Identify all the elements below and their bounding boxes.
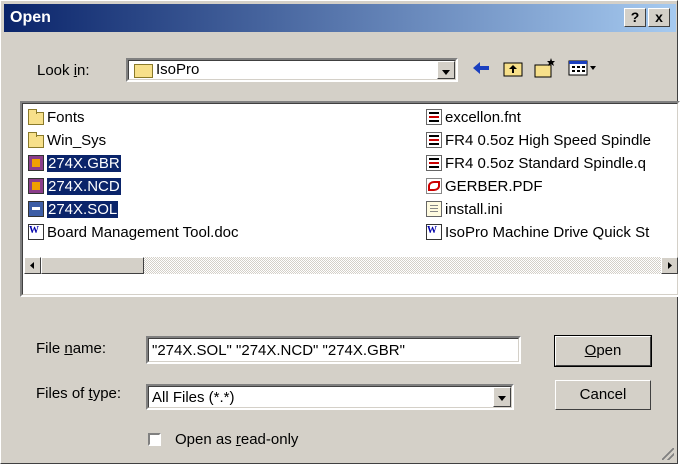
look-in-value: IsoPro xyxy=(156,61,200,78)
new-folder-icon[interactable] xyxy=(533,56,557,80)
sol-file-icon xyxy=(28,201,44,217)
word-doc-icon xyxy=(426,224,442,240)
file-type-value: All Files (*.*) xyxy=(152,389,235,406)
scroll-thumb[interactable] xyxy=(41,257,144,274)
folder-icon xyxy=(28,108,44,125)
file-list-item[interactable]: IsoPro Machine Drive Quick St xyxy=(426,222,676,242)
word-doc-icon xyxy=(28,224,44,240)
file-list-item[interactable]: FR4 0.5oz Standard Spindle.q xyxy=(426,153,676,173)
file-name-text: install.ini xyxy=(445,200,503,218)
file-list-item[interactable]: Board Management Tool.doc xyxy=(28,222,239,242)
file-list-item[interactable]: GERBER.PDF xyxy=(426,176,676,196)
title-bar[interactable]: Open ? x xyxy=(4,4,676,32)
file-list-item[interactable]: 274X.GBR xyxy=(28,153,121,173)
window-title: Open xyxy=(10,9,51,26)
file-name-text: Win_Sys xyxy=(47,131,107,149)
file-type-combobox[interactable]: All Files (*.*) xyxy=(146,384,514,410)
read-only-checkbox[interactable] xyxy=(148,433,161,446)
close-button[interactable]: x xyxy=(648,8,670,27)
file-name-text: FR4 0.5oz Standard Spindle.q xyxy=(445,154,646,172)
view-menu-icon[interactable] xyxy=(567,56,599,80)
pdf-icon xyxy=(426,178,442,194)
file-list-item[interactable]: FR4 0.5oz High Speed Spindle xyxy=(426,130,676,150)
generic-file-icon xyxy=(426,155,442,171)
folder-icon xyxy=(28,131,44,148)
file-list-item[interactable]: excellon.fnt xyxy=(426,107,676,127)
cancel-button[interactable]: Cancel xyxy=(555,380,651,410)
file-list-item[interactable]: Fonts xyxy=(28,107,85,127)
up-one-level-icon[interactable] xyxy=(501,56,525,80)
look-in-combobox[interactable]: IsoPro xyxy=(126,58,458,82)
ini-icon xyxy=(426,201,442,217)
file-name-text: IsoPro Machine Drive Quick St xyxy=(445,223,650,241)
file-name-text: 274X.GBR xyxy=(47,154,121,172)
file-list-item[interactable]: 274X.NCD xyxy=(28,176,121,196)
file-name-label: File name: xyxy=(36,340,107,357)
resize-grip[interactable] xyxy=(662,448,674,460)
look-in-dropdown-button[interactable] xyxy=(437,61,455,79)
horizontal-scrollbar[interactable] xyxy=(24,257,678,274)
file-name-text: excellon.fnt xyxy=(445,108,521,126)
file-name-text: GERBER.PDF xyxy=(445,177,543,195)
gbr-file-icon xyxy=(28,155,44,171)
file-list-item[interactable]: Win_Sys xyxy=(28,130,106,150)
scroll-left-button[interactable] xyxy=(24,257,41,274)
open-dialog: Open ? x Look in: IsoPro Fonts Win_Sys 274… xyxy=(0,0,680,464)
look-in-label: Look in: xyxy=(37,62,90,79)
gbr-file-icon xyxy=(28,178,44,194)
generic-file-icon xyxy=(426,109,442,125)
generic-file-icon xyxy=(426,132,442,148)
file-name-text: Fonts xyxy=(47,108,85,126)
file-type-label: Files of type: xyxy=(36,385,122,402)
file-name-text: FR4 0.5oz High Speed Spindle xyxy=(445,131,651,149)
file-list-item[interactable]: install.ini xyxy=(426,199,676,219)
file-name-value: "274X.SOL" "274X.NCD" "274X.GBR" xyxy=(152,342,405,359)
file-name-text: 274X.SOL xyxy=(47,200,119,218)
scroll-right-button[interactable] xyxy=(661,257,678,274)
folder-icon xyxy=(134,64,153,78)
help-button[interactable]: ? xyxy=(624,8,646,27)
file-name-text: 274X.NCD xyxy=(47,177,121,195)
open-button[interactable]: Open xyxy=(554,335,652,367)
back-arrow-icon[interactable] xyxy=(469,56,493,80)
read-only-label: Open as read-only xyxy=(175,431,299,448)
file-list-item[interactable]: 274X.SOL xyxy=(28,199,119,219)
file-name-text: Board Management Tool.doc xyxy=(47,223,239,241)
file-name-input[interactable]: "274X.SOL" "274X.NCD" "274X.GBR" xyxy=(146,336,521,364)
file-type-dropdown-button[interactable] xyxy=(493,387,511,407)
